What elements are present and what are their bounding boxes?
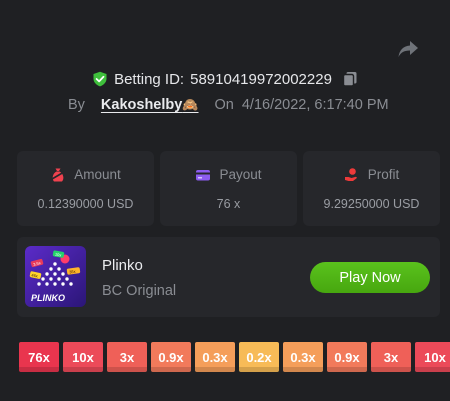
share-arrow-icon (398, 41, 418, 57)
payout-value: 76 x (216, 196, 241, 211)
plinko-thumbnail[interactable]: 3.5x 10x 35x 46x PLINKO (25, 246, 86, 307)
bet-timestamp: 4/16/2022, 6:17:40 PM (241, 97, 389, 113)
author-row: By Kakoshelby🙈 On 4/16/2022, 6:17:40 PM (68, 95, 389, 115)
betting-id-label: Betting ID: (114, 70, 185, 88)
game-card: 3.5x 10x 35x 46x PLINKO Plinko BC Origin… (17, 237, 440, 317)
multiplier-chip: 0.3x (283, 342, 323, 372)
stat-payout: Payout 76 x (160, 151, 297, 226)
profit-value: 9.29250000 USD (323, 196, 420, 211)
multiplier-chip: 10x (63, 342, 103, 372)
on-label: On (214, 97, 234, 113)
multiplier-chip: 0.9x (151, 342, 191, 372)
shield-check-icon (92, 71, 108, 87)
multiplier-row: 76x 10x 3x 0.9x 0.3x 0.2x 0.3x 0.9x 3x 10x (19, 342, 450, 372)
coins-hand-icon (344, 167, 357, 181)
profit-label: Profit (367, 167, 400, 182)
multiplier-chip: 0.3x (195, 342, 235, 372)
username-link[interactable]: Kakoshelby🙈 (101, 97, 199, 113)
multiplier-chip: 3x (107, 342, 147, 372)
betting-id-row: Betting ID: 58910419972002229 (0, 68, 450, 90)
stat-profit: Profit 9.29250000 USD (303, 151, 440, 226)
multiplier-chip: 76x (19, 342, 59, 372)
multiplier-chip: 0.2x (239, 342, 279, 372)
money-bag-icon (51, 168, 65, 181)
multiplier-chip: 10x (415, 342, 450, 372)
amount-value: 0.12390000 USD (37, 196, 134, 211)
credit-card-icon (196, 169, 211, 180)
payout-label: Payout (219, 167, 262, 182)
multiplier-chip: 0.9x (327, 342, 367, 372)
stat-amount: Amount 0.12390000 USD (17, 151, 154, 226)
bet-stats: Amount 0.12390000 USD Payout 76 x Profit… (17, 151, 440, 226)
share-button[interactable] (395, 36, 421, 62)
thumb-tag-3: 35x (69, 269, 76, 275)
bet-detail-panel: Betting ID: 58910419972002229 By Kakoshe… (0, 0, 450, 401)
by-label: By (68, 97, 85, 113)
game-name[interactable]: Plinko (102, 257, 143, 274)
copy-icon[interactable] (342, 71, 358, 87)
thumb-title: PLINKO (31, 293, 65, 303)
play-now-button[interactable]: Play Now (310, 262, 430, 293)
betting-id-value: 58910419972002229 (190, 70, 332, 88)
username-emoji: 🙈 (182, 97, 199, 112)
amount-label: Amount (74, 167, 121, 182)
game-provider: BC Original (102, 283, 177, 299)
multiplier-chip: 3x (371, 342, 411, 372)
username-text: Kakoshelby (100, 97, 183, 113)
